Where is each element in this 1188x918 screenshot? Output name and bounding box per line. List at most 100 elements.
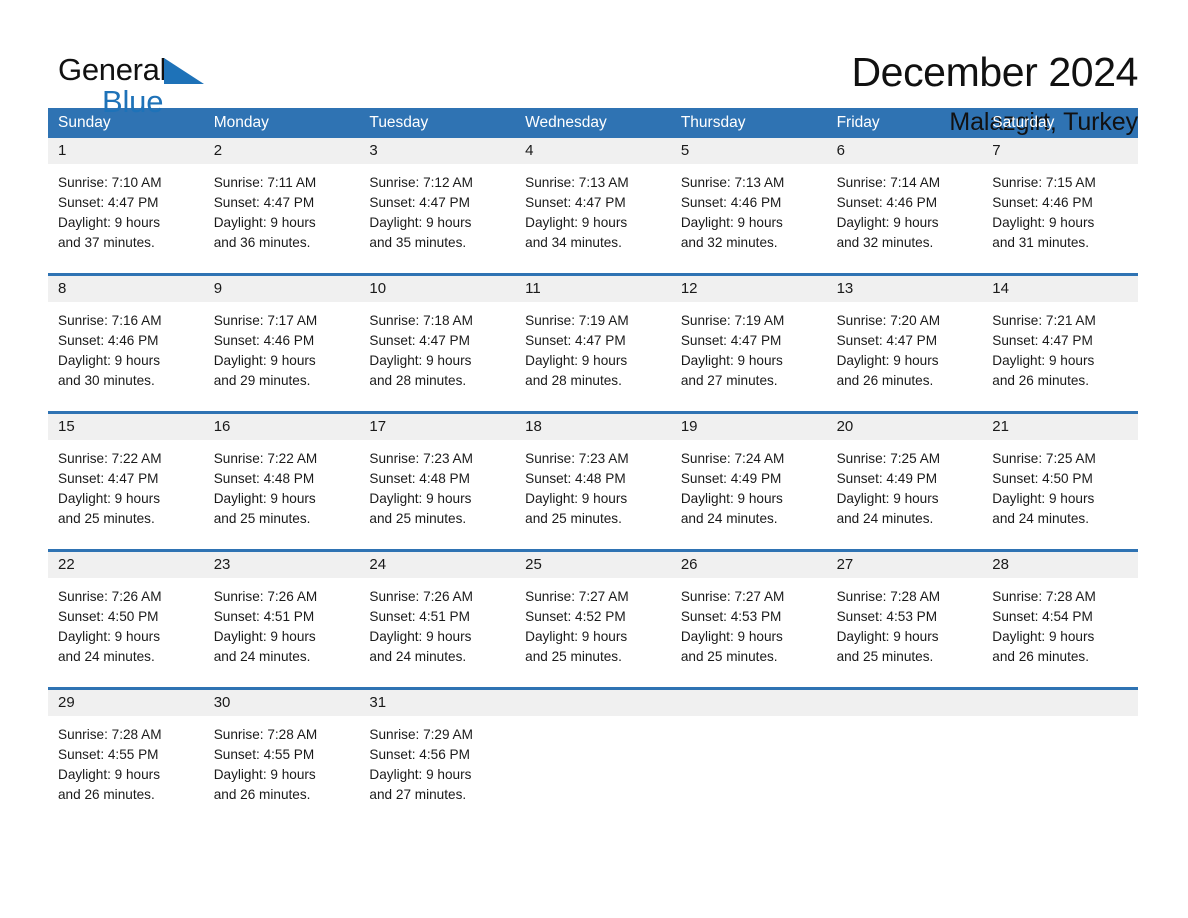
- daylight-text-line2: and 27 minutes.: [680, 373, 778, 388]
- calendar-day-cell[interactable]: 3 Sunrise: 7:12 AM Sunset: 4:47 PM Daylight…: [359, 138, 516, 273]
- calendar-day-cell[interactable]: 23 Sunrise: 7:26 AM Sunset: 4:51 PM Dayligh…: [203, 552, 360, 687]
- calendar-day-cell[interactable]: 19 Sunrise: 7:24 AM Sunset: 4:49 PM Dayligh…: [670, 414, 827, 549]
- weekday-header-tuesday: Tuesday: [369, 114, 429, 131]
- daylight-text-line1: Daylight: 9 hours: [680, 491, 783, 506]
- sunrise-text: Sunrise: 7:26 AM: [58, 589, 162, 604]
- sunset-text: Sunset: 4:53 PM: [680, 609, 782, 624]
- daylight-text-line1: Daylight: 9 hours: [58, 491, 161, 506]
- sunset-text: Sunset: 4:55 PM: [213, 747, 315, 762]
- calendar-day-cell[interactable]: 20 Sunrise: 7:25 AM Sunset: 4:49 PM Dayligh…: [826, 414, 983, 549]
- day-number-band: [826, 690, 983, 716]
- calendar-day-cell[interactable]: 30 Sunrise: 7:28 AM Sunset: 4:55 PM Dayligh…: [203, 690, 360, 810]
- calendar-day-cell[interactable]: 17 Sunrise: 7:23 AM Sunset: 4:48 PM Dayligh…: [359, 414, 516, 549]
- day-number-band: 28: [982, 552, 1138, 578]
- day-number-band: 10: [359, 276, 516, 302]
- brand-name-blue: Blue: [102, 84, 164, 119]
- calendar-day-cell[interactable]: 8 Sunrise: 7:16 AM Sunset: 4:46 PM Daylight…: [48, 276, 204, 411]
- weekday-header-thursday: Thursday: [680, 114, 746, 131]
- calendar-week-row: 29 Sunrise: 7:28 AM Sunset: 4:55 PM Dayligh…: [48, 687, 1138, 810]
- day-details: Sunrise: 7:23 AM Sunset: 4:48 PM Daylight:…: [359, 440, 515, 529]
- day-number: 28: [992, 556, 1009, 573]
- calendar-page: General Blue December 2024 Malazgirt, Tu…: [0, 0, 1188, 918]
- calendar-day-cell[interactable]: 11 Sunrise: 7:19 AM Sunset: 4:47 PM Dayligh…: [515, 276, 671, 411]
- calendar-day-cell[interactable]: 14 Sunrise: 7:21 AM Sunset: 4:47 PM Dayligh…: [982, 276, 1138, 411]
- page-masthead: General Blue December 2024 Malazgirt, Tu…: [0, 0, 1188, 136]
- calendar-day-cell[interactable]: 16 Sunrise: 7:22 AM Sunset: 4:48 PM Dayligh…: [203, 414, 360, 549]
- calendar-day-cell[interactable]: 27 Sunrise: 7:28 AM Sunset: 4:53 PM Dayligh…: [826, 552, 983, 687]
- sunrise-text: Sunrise: 7:22 AM: [213, 451, 318, 466]
- day-number-band: 21: [982, 414, 1138, 440]
- sunrise-text: Sunrise: 7:14 AM: [836, 175, 941, 190]
- day-number: 1: [58, 142, 67, 159]
- daylight-text-line2: and 27 minutes.: [369, 787, 467, 802]
- calendar-day-cell[interactable]: 28 Sunrise: 7:28 AM Sunset: 4:54 PM Dayligh…: [982, 552, 1138, 687]
- day-details: Sunrise: 7:29 AM Sunset: 4:56 PM Daylight:…: [359, 716, 515, 805]
- calendar-week-grid: 29 Sunrise: 7:28 AM Sunset: 4:55 PM Dayligh…: [48, 690, 1138, 810]
- daylight-text-line2: and 31 minutes.: [992, 235, 1090, 250]
- daylight-text-line2: and 24 minutes.: [992, 511, 1090, 526]
- calendar-day-cell[interactable]: 22 Sunrise: 7:26 AM Sunset: 4:50 PM Dayligh…: [48, 552, 204, 687]
- brand-logo-top-row: General: [58, 54, 208, 85]
- day-details: Sunrise: 7:17 AM Sunset: 4:46 PM Daylight:…: [204, 302, 360, 391]
- daylight-text-line2: and 26 minutes.: [836, 373, 934, 388]
- day-details: [982, 716, 1138, 725]
- calendar-week-grid: 22 Sunrise: 7:26 AM Sunset: 4:50 PM Dayligh…: [48, 552, 1138, 687]
- brand-logo[interactable]: General Blue: [58, 47, 208, 119]
- calendar-day-cell[interactable]: 21 Sunrise: 7:25 AM Sunset: 4:50 PM Dayligh…: [982, 414, 1138, 549]
- day-number-band: 4: [515, 138, 671, 164]
- daylight-text-line1: Daylight: 9 hours: [836, 353, 939, 368]
- day-number: 10: [369, 280, 387, 297]
- sunrise-text: Sunrise: 7:10 AM: [58, 175, 162, 190]
- sunset-text: Sunset: 4:46 PM: [992, 195, 1093, 210]
- day-details: [671, 716, 827, 725]
- calendar-day-cell[interactable]: 25 Sunrise: 7:27 AM Sunset: 4:52 PM Dayligh…: [515, 552, 671, 687]
- calendar-day-cell[interactable]: 4 Sunrise: 7:13 AM Sunset: 4:47 PM Daylight…: [515, 138, 671, 273]
- calendar-day-cell[interactable]: 10 Sunrise: 7:18 AM Sunset: 4:47 PM Dayligh…: [359, 276, 516, 411]
- sunset-text: Sunset: 4:46 PM: [213, 333, 315, 348]
- calendar-day-cell[interactable]: 6 Sunrise: 7:14 AM Sunset: 4:46 PM Daylight…: [826, 138, 983, 273]
- calendar-day-cell[interactable]: 9 Sunrise: 7:17 AM Sunset: 4:46 PM Daylight…: [203, 276, 360, 411]
- day-number-band: [982, 690, 1138, 716]
- sunrise-text: Sunrise: 7:28 AM: [58, 727, 162, 742]
- day-number-band: 29: [48, 690, 204, 716]
- daylight-text-line2: and 24 minutes.: [213, 649, 311, 664]
- calendar-day-cell[interactable]: 29 Sunrise: 7:28 AM Sunset: 4:55 PM Dayligh…: [48, 690, 204, 810]
- calendar-day-cell[interactable]: 24 Sunrise: 7:26 AM Sunset: 4:51 PM Dayligh…: [359, 552, 516, 687]
- day-details: Sunrise: 7:26 AM Sunset: 4:51 PM Daylight:…: [204, 578, 360, 667]
- calendar-day-cell[interactable]: 18 Sunrise: 7:23 AM Sunset: 4:48 PM Dayligh…: [515, 414, 671, 549]
- sunrise-text: Sunrise: 7:25 AM: [836, 451, 941, 466]
- sunset-text: Sunset: 4:47 PM: [58, 195, 159, 210]
- sunset-text: Sunset: 4:46 PM: [836, 195, 938, 210]
- calendar-day-cell[interactable]: 5 Sunrise: 7:13 AM Sunset: 4:46 PM Daylight…: [670, 138, 827, 273]
- calendar-day-cell[interactable]: 15 Sunrise: 7:22 AM Sunset: 4:47 PM Dayligh…: [48, 414, 204, 549]
- day-number-band: 20: [826, 414, 983, 440]
- day-details: Sunrise: 7:26 AM Sunset: 4:51 PM Daylight:…: [359, 578, 515, 667]
- day-number-band: [515, 690, 671, 716]
- day-details: [515, 716, 671, 725]
- calendar-weeks-container: 1 Sunrise: 7:10 AM Sunset: 4:47 PM Daylight…: [48, 138, 1138, 810]
- day-number-band: 6: [826, 138, 983, 164]
- sunset-text: Sunset: 4:54 PM: [992, 609, 1093, 624]
- day-number-band: 13: [826, 276, 983, 302]
- calendar-day-cell[interactable]: 1 Sunrise: 7:10 AM Sunset: 4:47 PM Daylight…: [48, 138, 204, 273]
- weekday-header-friday: Friday: [836, 114, 880, 131]
- weekday-header-wednesday: Wednesday: [525, 114, 607, 131]
- calendar-day-cell[interactable]: 31 Sunrise: 7:29 AM Sunset: 4:56 PM Dayligh…: [359, 690, 516, 810]
- daylight-text-line1: Daylight: 9 hours: [58, 629, 161, 644]
- sunrise-text: Sunrise: 7:24 AM: [680, 451, 785, 466]
- calendar-day-cell-empty: [982, 690, 1138, 810]
- sunset-text: Sunset: 4:49 PM: [836, 471, 938, 486]
- day-number-band: 17: [359, 414, 516, 440]
- weekday-header-saturday: Saturday: [992, 114, 1055, 131]
- day-number: 6: [836, 142, 845, 159]
- calendar-week-grid: 8 Sunrise: 7:16 AM Sunset: 4:46 PM Daylight…: [48, 276, 1138, 411]
- daylight-text-line1: Daylight: 9 hours: [992, 215, 1095, 230]
- day-details: Sunrise: 7:16 AM Sunset: 4:46 PM Daylight:…: [48, 302, 204, 391]
- calendar-day-cell[interactable]: 2 Sunrise: 7:11 AM Sunset: 4:47 PM Daylight…: [203, 138, 360, 273]
- calendar-day-cell[interactable]: 7 Sunrise: 7:15 AM Sunset: 4:46 PM Daylight…: [982, 138, 1138, 273]
- calendar-day-cell[interactable]: 12 Sunrise: 7:19 AM Sunset: 4:47 PM Dayligh…: [670, 276, 827, 411]
- daylight-text-line1: Daylight: 9 hours: [992, 353, 1095, 368]
- calendar-day-cell[interactable]: 26 Sunrise: 7:27 AM Sunset: 4:53 PM Dayligh…: [670, 552, 827, 687]
- daylight-text-line1: Daylight: 9 hours: [58, 215, 161, 230]
- calendar-day-cell[interactable]: 13 Sunrise: 7:20 AM Sunset: 4:47 PM Dayligh…: [826, 276, 983, 411]
